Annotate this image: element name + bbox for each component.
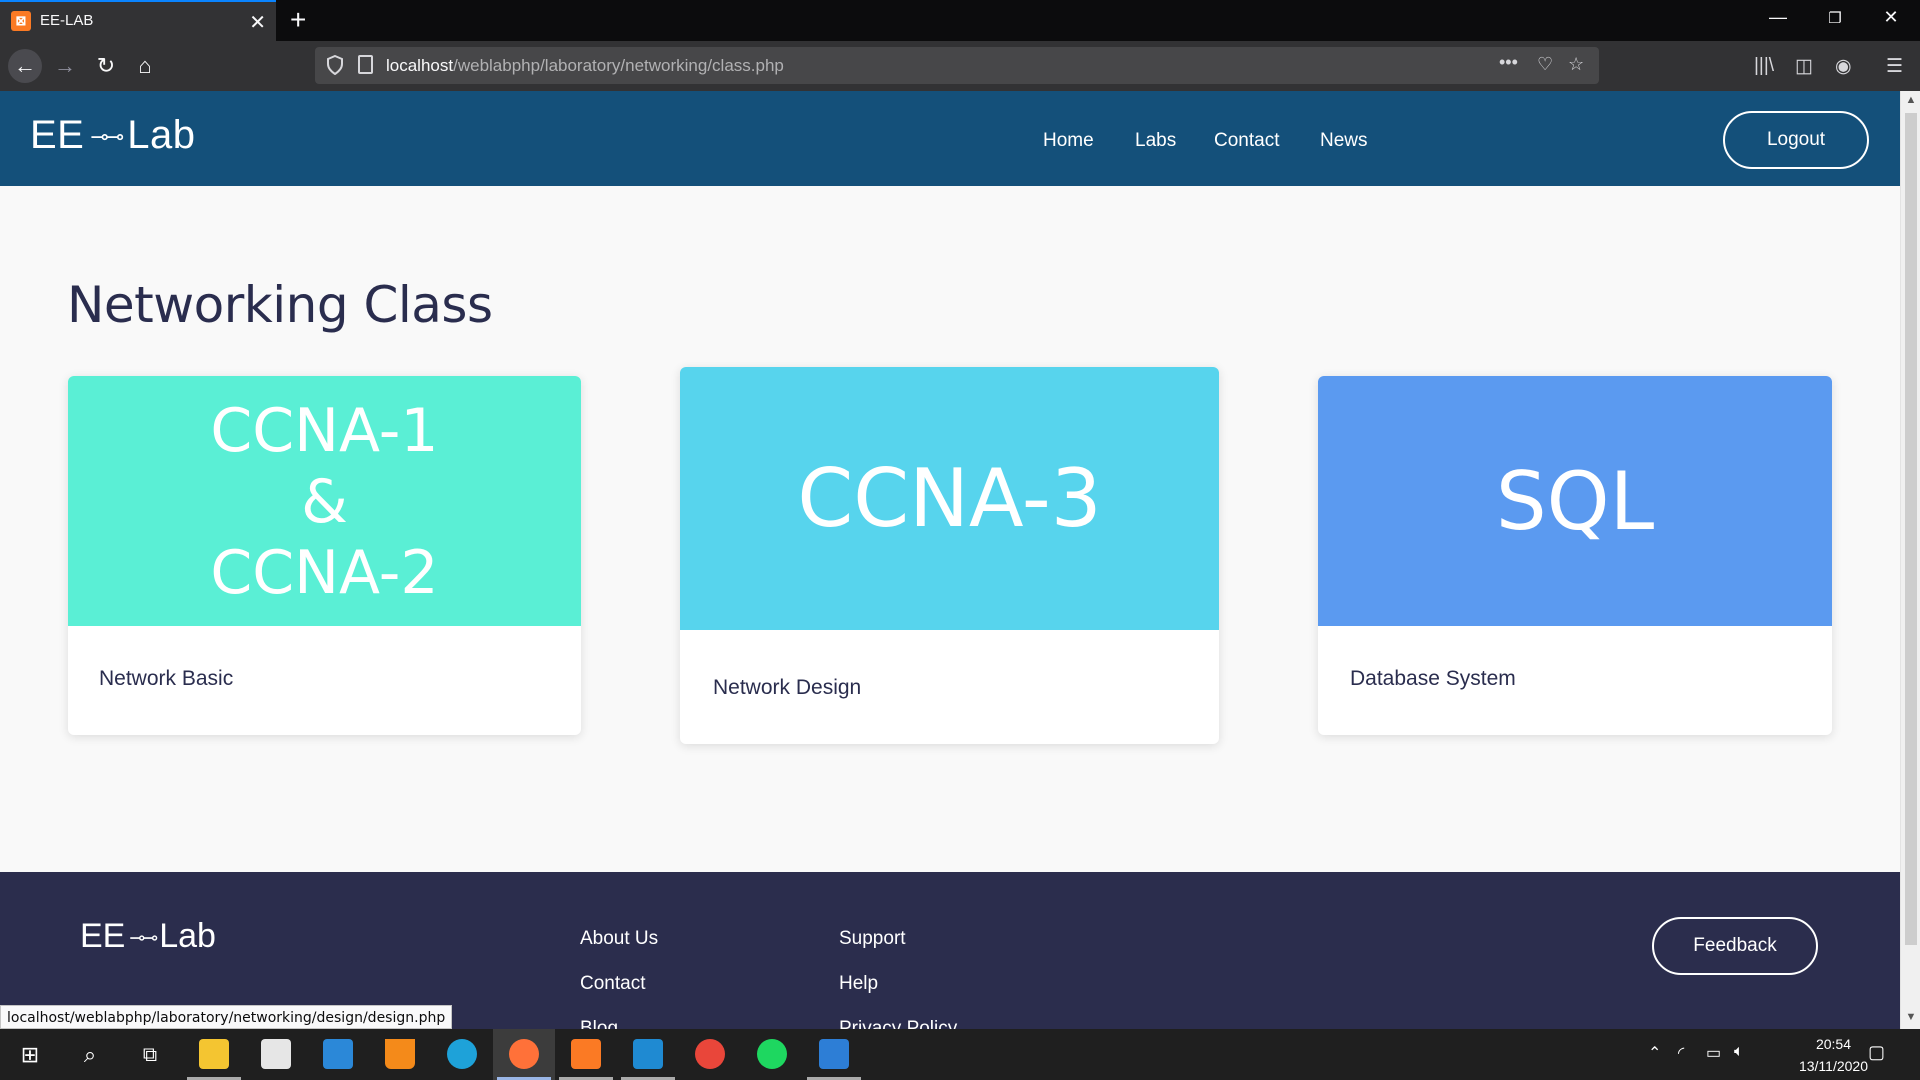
banner-line: CCNA-2 [210,537,439,608]
card-banner: SQL [1318,376,1832,626]
link-status-tooltip: localhost/weblabphp/laboratory/networkin… [0,1005,453,1029]
spotify-icon[interactable] [741,1029,803,1080]
back-icon[interactable]: ← [8,49,42,83]
tab-title: EE-LAB [40,12,94,29]
footer-support[interactable]: Support [839,928,906,950]
nav-home[interactable]: Home [1043,130,1094,152]
banner-line: CCNA-3 [797,452,1102,545]
site-logo[interactable]: EE ⊸⊸ Lab [30,113,195,158]
footer-privacy-policy[interactable]: Privacy Policy [839,1018,957,1029]
menu-icon[interactable]: ☰ [1886,55,1903,78]
minimize-icon[interactable]: — [1755,7,1801,28]
reload-icon[interactable]: ↻ [89,49,123,83]
card-title: Network Design [713,676,862,699]
card-title: Network Basic [99,667,234,690]
account-icon[interactable]: ◉ [1835,55,1852,78]
page-viewport: EE ⊸⊸ Lab Home Labs Contact News Logout Ne… [0,91,1920,1029]
window-close-icon[interactable]: ✕ [1868,7,1914,28]
xampp-icon: ⊠ [11,11,31,31]
site-header: EE ⊸⊸ Lab Home Labs Contact News Logout [0,91,1900,186]
footer-logo[interactable]: EE ⊸⊸ Lab [80,917,216,956]
battery-icon[interactable]: ▭ [1706,1043,1721,1063]
banner-line: CCNA-1 [210,395,439,466]
url-text[interactable]: localhost/weblabphp/laboratory/networkin… [386,56,784,76]
footer-help[interactable]: Help [839,973,878,995]
browser-tab-bar: ⊠ EE-LAB ✕ + — ❐ ✕ [0,0,1920,41]
file-explorer-icon[interactable] [183,1029,245,1080]
footer-about-us[interactable]: About Us [580,928,658,950]
library-icon[interactable]: |||\ [1754,55,1774,77]
sidebar-icon[interactable]: ◫ [1795,55,1813,78]
more-actions-icon[interactable]: ••• [1499,52,1518,73]
photos-icon[interactable] [803,1029,865,1080]
nav-labs[interactable]: Labs [1135,130,1176,152]
vlc-icon[interactable] [369,1029,431,1080]
scrollbar-thumb[interactable] [1905,113,1917,945]
notifications-icon[interactable]: ▢ [1868,1042,1885,1063]
nav-news[interactable]: News [1320,130,1368,152]
browser-tab[interactable]: ⊠ EE-LAB ✕ [0,0,276,41]
new-tab-icon[interactable]: + [290,4,306,36]
course-card-network-basic[interactable]: CCNA-1 & CCNA-2 Network Basic [68,376,581,735]
pocket-icon[interactable]: ♡ [1537,54,1553,75]
page-info-icon[interactable] [358,55,373,74]
card-banner: CCNA-1 & CCNA-2 [68,376,581,626]
browser-toolbar: ← → ↻ ⌂ localhost/weblabphp/laboratory/n… [0,41,1920,91]
shield-icon[interactable] [327,55,343,75]
clock-date: 13/11/2020 [1798,1058,1868,1074]
logout-button[interactable]: Logout [1723,111,1869,169]
os-taskbar: ⊞ ⌕ ⧉ ⌃ ◜ ▭ 🔈︎ 20:54 13/11/2020 ▢ [0,1029,1920,1080]
search-icon[interactable]: ⌕ [72,1037,108,1073]
banner-line: SQL [1495,454,1655,548]
xampp-taskbar-icon[interactable] [555,1029,617,1080]
nav-contact[interactable]: Contact [1214,130,1279,152]
mail-icon[interactable] [307,1029,369,1080]
show-hidden-icons-icon[interactable]: ⌃ [1648,1043,1661,1063]
chrome-icon[interactable] [679,1029,741,1080]
feedback-button[interactable]: Feedback [1652,917,1818,975]
volume-icon[interactable]: 🔈︎ [1734,1043,1744,1061]
task-view-icon[interactable]: ⧉ [132,1037,168,1073]
course-card-database-system[interactable]: SQL Database System [1318,376,1832,735]
course-card-network-design[interactable]: CCNA-3 Network Design [680,367,1219,744]
bookmark-star-icon[interactable]: ☆ [1568,54,1584,75]
windows-start-icon[interactable]: ⊞ [12,1037,48,1073]
page-scrollbar[interactable]: ▲ ▼ [1900,91,1920,1029]
clock-time: 20:54 [1815,1036,1851,1052]
microsoft-store-icon[interactable] [245,1029,307,1080]
system-clock[interactable]: 20:54 13/11/2020 [1799,1033,1868,1077]
vscode-icon[interactable] [617,1029,679,1080]
edge-icon[interactable] [431,1029,493,1080]
address-bar[interactable]: localhost/weblabphp/laboratory/networkin… [315,47,1599,84]
wifi-icon[interactable]: ◜ [1678,1043,1684,1063]
scroll-up-icon[interactable]: ▲ [1901,94,1920,106]
card-title: Database System [1350,667,1516,690]
footer-contact[interactable]: Contact [580,973,645,995]
home-icon[interactable]: ⌂ [128,49,162,83]
firefox-icon[interactable] [493,1029,555,1080]
card-banner: CCNA-3 [680,367,1219,630]
banner-line: & [301,466,348,537]
forward-icon[interactable]: → [48,49,82,83]
restore-icon[interactable]: ❐ [1812,9,1858,27]
footer-blog[interactable]: Blog [580,1018,618,1029]
scroll-down-icon[interactable]: ▼ [1901,1011,1920,1023]
close-tab-icon[interactable]: ✕ [249,10,266,35]
page-title: Networking Class [67,276,493,334]
